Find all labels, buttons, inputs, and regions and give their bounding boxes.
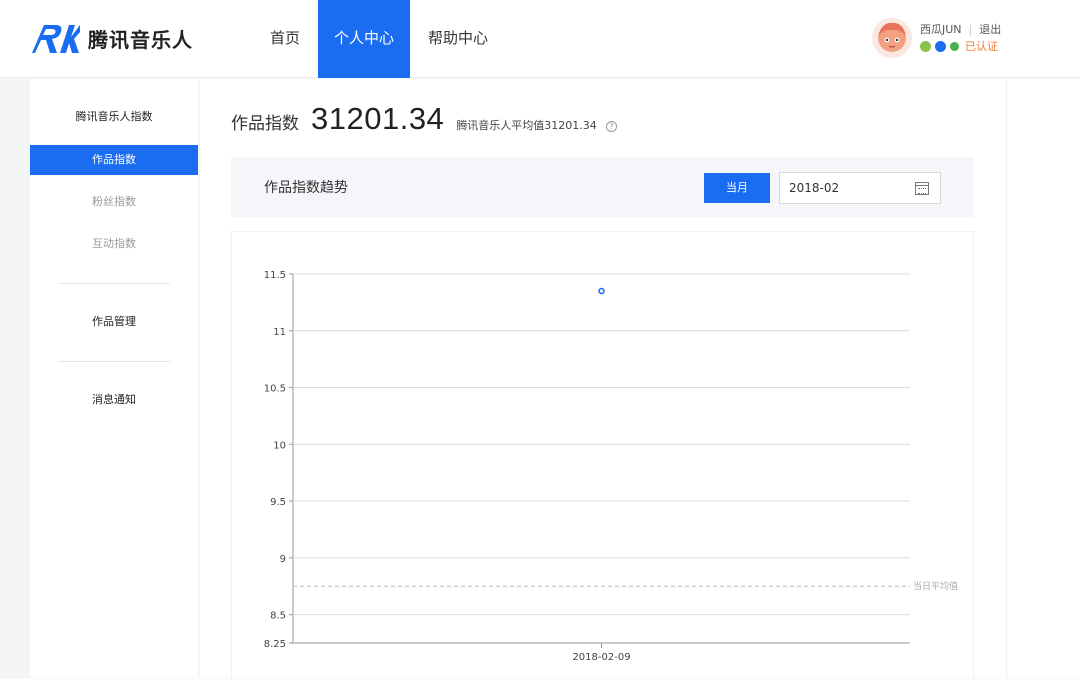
sidebar-divider xyxy=(58,283,170,284)
question-circle-icon[interactable]: ? xyxy=(605,121,617,132)
nav-home[interactable]: 首页 xyxy=(252,0,318,78)
y-tick-label: 8.25 xyxy=(264,639,286,650)
calendar-icon[interactable] xyxy=(915,182,929,195)
score-label: 作品指数 xyxy=(231,114,299,134)
sidebar-item-notifications[interactable]: 消息通知 xyxy=(30,385,198,415)
sidebar-divider xyxy=(58,361,170,362)
k-badge-icon xyxy=(935,41,946,52)
music-badge-icon xyxy=(920,41,931,52)
nav-personal-center[interactable]: 个人中心 xyxy=(318,0,411,78)
verified-status: 已认证 xyxy=(965,39,998,53)
user-info: 西瓜JUN | 退出 已认证 xyxy=(920,22,1001,55)
y-tick-label: 10.5 xyxy=(264,384,286,395)
y-tick-label: 9.5 xyxy=(270,497,286,508)
logo[interactable]: 腾讯音乐人 xyxy=(30,18,193,58)
sidebar: 腾讯音乐人指数 作品指数 粉丝指数 互动指数 作品管理 消息通知 xyxy=(30,79,198,678)
user-name[interactable]: 西瓜JUN xyxy=(920,22,962,38)
y-tick-label: 8.5 xyxy=(270,611,286,622)
logout-link[interactable]: 退出 xyxy=(979,22,1001,38)
y-tick-label: 9 xyxy=(280,554,286,565)
main-nav: 首页 个人中心 帮助中心 xyxy=(252,0,506,78)
y-tick-label: 10 xyxy=(273,440,286,451)
main-content: 作品指数 31201.34 腾讯音乐人平均值31201.34 ? 作品指数趋势 … xyxy=(200,79,1006,678)
chart-card: 11.5 11 10.5 10 9.5 9 8.5 8.25 2018-02-09 当日平均值 xyxy=(231,231,974,678)
y-tick-label: 11.5 xyxy=(264,270,286,281)
average-text: 腾讯音乐人平均值31201.34 xyxy=(456,119,597,132)
sidebar-section-title: 腾讯音乐人指数 xyxy=(75,110,153,123)
sidebar-item-interaction-index[interactable]: 互动指数 xyxy=(30,229,198,259)
separator: | xyxy=(968,22,973,36)
top-header: 腾讯音乐人 首页 个人中心 帮助中心 西瓜JUN | 退出 已认证 xyxy=(0,0,1080,78)
leaf-badge-icon xyxy=(950,42,959,51)
logo-icon xyxy=(32,25,80,53)
user-panel: 西瓜JUN | 退出 已认证 xyxy=(872,16,1001,60)
data-point xyxy=(598,287,605,295)
date-value: 2018-02 xyxy=(789,181,840,195)
current-month-button[interactable]: 当月 xyxy=(704,173,770,203)
nav-help-center[interactable]: 帮助中心 xyxy=(410,0,506,78)
avatar[interactable] xyxy=(872,18,912,58)
trend-toolbar: 作品指数趋势 当月 2018-02 xyxy=(231,157,974,217)
trend-chart: 11.5 11 10.5 10 9.5 9 8.5 8.25 2018-02-09 当日平均值 xyxy=(264,270,958,663)
sidebar-item-fans-index[interactable]: 粉丝指数 xyxy=(30,187,198,217)
right-strip xyxy=(1006,79,1080,678)
score-row: 作品指数 31201.34 腾讯音乐人平均值31201.34 ? xyxy=(231,101,617,137)
sidebar-item-works-index[interactable]: 作品指数 xyxy=(30,145,198,175)
sidebar-item-works-manage[interactable]: 作品管理 xyxy=(30,307,198,337)
x-tick-label: 2018-02-09 xyxy=(572,652,630,663)
avatar-image xyxy=(872,18,912,58)
average-line-label: 当日平均值 xyxy=(913,580,958,592)
logo-text: 腾讯音乐人 xyxy=(88,27,193,52)
y-tick-label: 11 xyxy=(273,327,286,338)
trend-title: 作品指数趋势 xyxy=(264,180,348,196)
month-date-picker[interactable]: 2018-02 xyxy=(779,172,941,204)
score-value: 31201.34 xyxy=(311,101,445,136)
